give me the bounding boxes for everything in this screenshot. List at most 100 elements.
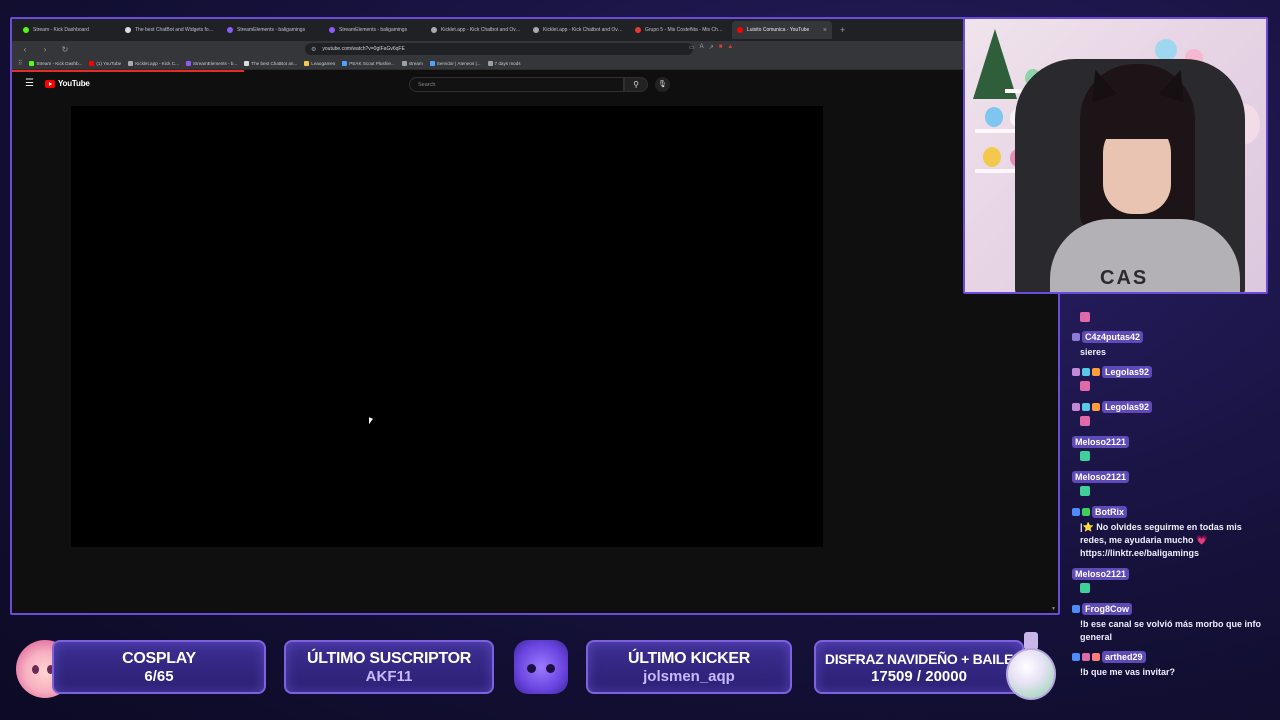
- bookmarks-bar: ⠿ Stream - Kick Dashb... (1) YouTube Kickl…: [12, 57, 1058, 70]
- tab-label: Luisito Comunica - YouTube: [747, 27, 810, 33]
- bookmark-label: PEAK Scout Plushie...: [349, 60, 395, 66]
- chat-username[interactable]: C4z4putas42: [1082, 331, 1144, 343]
- browser-tab[interactable]: StreamElements - baligamings: [324, 21, 424, 39]
- bookmark-favicon-icon: [185, 60, 191, 66]
- youtube-logo[interactable]: YouTube: [45, 79, 90, 88]
- share-icon[interactable]: ↗: [709, 44, 714, 51]
- bookmark-item[interactable]: Stream - Kick Dashb...: [29, 60, 82, 66]
- reload-button[interactable]: ↻: [60, 45, 70, 54]
- donation-goal-widget: DISFRAZ NAVIDEÑO + BAILE 17509 / 20000: [814, 640, 1024, 694]
- bookmark-label: 7 days mods: [494, 60, 521, 66]
- youtube-header: ☰ YouTube Search ⚲ 🎙: [12, 72, 1058, 98]
- chat-message-header: Legolas92: [1072, 365, 1262, 379]
- chat-username[interactable]: Legolas92: [1102, 401, 1153, 413]
- bookmark-item[interactable]: StreamElements - b...: [185, 60, 238, 66]
- tab-favicon-icon: [737, 27, 743, 33]
- chat-message: arthed29 !b que me vas invitar?: [1072, 650, 1262, 679]
- chat-message: Legolas92: [1072, 365, 1262, 391]
- cosplay-progress: 6/65: [144, 668, 174, 685]
- search-input[interactable]: Search: [409, 77, 624, 92]
- browser-tab[interactable]: The best ChatBot and Widgets for Ki: [120, 21, 220, 39]
- bookmark-label: stream: [408, 60, 423, 66]
- translate-icon[interactable]: A: [700, 44, 704, 51]
- back-button[interactable]: ‹: [20, 45, 30, 54]
- bookmark-item[interactable]: Servidor | Ateneos |...: [429, 60, 481, 66]
- browser-tab[interactable]: StreamElements - baligamings: [222, 21, 322, 39]
- chat-message-header: Legolas92: [1072, 400, 1262, 414]
- chat-username[interactable]: Meloso2121: [1072, 471, 1130, 483]
- browser-tab[interactable]: Kicklet.app - Kick Chatbot and Overl: [426, 21, 526, 39]
- apps-icon[interactable]: ⠿: [18, 60, 22, 67]
- webcam-feed: CAS: [963, 17, 1268, 294]
- scroll-down-arrow-icon[interactable]: ▼: [1051, 606, 1056, 612]
- tab-favicon-icon: [329, 27, 335, 33]
- menu-icon[interactable]: ☰: [25, 78, 34, 89]
- chat-badge-icon: [1072, 403, 1080, 411]
- donation-goal-progress: 17509 / 20000: [871, 668, 967, 685]
- youtube-logo-text: YouTube: [58, 79, 90, 88]
- alert-icon[interactable]: ▲: [727, 44, 733, 51]
- site-info-icon[interactable]: ⚙: [311, 46, 316, 53]
- chat-badge-icon: [1072, 653, 1080, 661]
- chat-username[interactable]: Meloso2121: [1072, 568, 1130, 580]
- tab-favicon-icon: [227, 27, 233, 33]
- chat-badge-icon: [1082, 653, 1090, 661]
- bookmark-item[interactable]: 7 days mods: [487, 60, 521, 66]
- chat-message-header: Frog8Cow: [1072, 602, 1262, 616]
- bookmark-item[interactable]: (1) YouTube: [89, 60, 122, 66]
- address-bar[interactable]: ⚙ youtube.com/watch?v=0gIFaGv6qFE: [305, 43, 693, 55]
- cast-icon[interactable]: ▭: [689, 44, 695, 51]
- chat-message-text: !b que me vas invitar?: [1080, 667, 1176, 677]
- browser-tab[interactable]: Kicklet.app - Kick Chatbot and Overl: [528, 21, 628, 39]
- bookmark-item[interactable]: The best ChatBot an...: [244, 60, 297, 66]
- bookmark-favicon-icon: [29, 60, 35, 66]
- bookmark-favicon-icon: [244, 60, 250, 66]
- youtube-play-icon: [45, 79, 55, 88]
- last-kicker-title: ÚLTIMO KICKER: [627, 650, 750, 667]
- tab-favicon-icon: [533, 27, 539, 33]
- browser-tab[interactable]: Stream - Kick Dashboard: [18, 21, 118, 39]
- chat-message-header: Meloso2121: [1072, 470, 1262, 484]
- last-kicker-widget: ÚLTIMO KICKER jolsmen_aqp: [586, 640, 792, 694]
- extension-icons: ▭ A ↗ ■ ▲: [689, 44, 733, 51]
- browser-tab[interactable]: Grupo 5 - Mis Costeñita - Mis Challe: [630, 21, 730, 39]
- chat-username[interactable]: Meloso2121: [1072, 436, 1130, 448]
- chat-badge-icon: [1072, 333, 1080, 341]
- plush-toy: [983, 147, 1001, 167]
- chat-username[interactable]: Frog8Cow: [1082, 603, 1132, 615]
- new-tab-button[interactable]: +: [834, 25, 851, 35]
- chat-message-text: sieres: [1080, 347, 1107, 357]
- chat-username[interactable]: Legolas92: [1102, 366, 1153, 378]
- bookmark-label: (1) YouTube: [96, 60, 122, 66]
- chat-username[interactable]: arthed29: [1102, 651, 1146, 663]
- chat-emote-icon: [1080, 451, 1090, 461]
- bookmark-label: Kicklet.app - Kick C...: [135, 60, 179, 66]
- bookmark-favicon-icon: [89, 60, 95, 66]
- chat-message-header: Meloso2121: [1072, 567, 1262, 581]
- browser-capture: Stream - Kick Dashboard The best ChatBot …: [10, 17, 1060, 615]
- bookmark-item[interactable]: stream: [401, 60, 423, 66]
- bookmark-favicon-icon: [342, 60, 348, 66]
- bookmark-item[interactable]: Leaogames: [304, 60, 336, 66]
- video-player[interactable]: [71, 106, 823, 547]
- cat-logo-icon: [514, 640, 568, 694]
- microphone-icon[interactable]: 🎙: [655, 77, 670, 92]
- bookmark-label: StreamElements - b...: [192, 60, 238, 66]
- bookmark-item[interactable]: PEAK Scout Plushie...: [342, 60, 395, 66]
- chat-message: [1072, 310, 1262, 322]
- close-tab-icon[interactable]: ×: [823, 27, 827, 34]
- bookmark-item[interactable]: Kicklet.app - Kick C...: [128, 60, 179, 66]
- chat-username[interactable]: BotRix: [1092, 506, 1127, 518]
- url-text: youtube.com/watch?v=0gIFaGv6qFE: [322, 46, 405, 52]
- bookmark-favicon-icon: [487, 60, 493, 66]
- search-icon[interactable]: ⚲: [624, 77, 648, 92]
- browser-tab[interactable]: Luisito Comunica - YouTube ×: [732, 21, 832, 39]
- extension-icon[interactable]: ■: [719, 44, 723, 51]
- tab-label: Kicklet.app - Kick Chatbot and Overl: [441, 27, 521, 33]
- tab-label: StreamElements - baligamings: [237, 27, 306, 33]
- bookmark-favicon-icon: [128, 60, 134, 66]
- bookmark-label: Leaogames: [311, 60, 336, 66]
- sweater-text: CAS: [1100, 267, 1149, 289]
- forward-button[interactable]: ›: [40, 45, 50, 54]
- chat-message-header: arthed29: [1072, 650, 1262, 664]
